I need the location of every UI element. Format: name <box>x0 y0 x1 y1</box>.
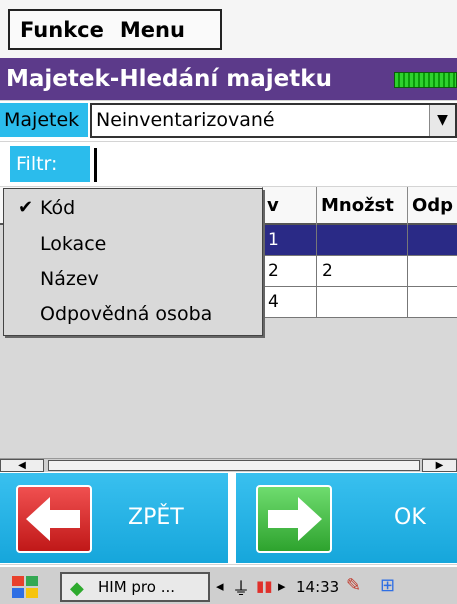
menu-bar: Funkce Menu <box>0 0 457 58</box>
menu-item-label: Lokace <box>40 233 107 255</box>
menu-item-lokace[interactable]: Lokace <box>4 227 262 261</box>
taskbar-app-button[interactable]: ◆ HIM pro ... <box>60 572 210 602</box>
majetek-select[interactable]: Neinventarizované ▼ <box>90 103 457 138</box>
cell-v: 1 <box>263 225 317 256</box>
menu-item-odpovedna-osoba[interactable]: Odpovědná osoba <box>4 297 262 331</box>
horizontal-scrollbar[interactable]: ◀ ▶ <box>0 458 457 472</box>
scrollbar-thumb[interactable] <box>48 460 420 471</box>
scroll-right-icon[interactable]: ▶ <box>422 459 457 472</box>
start-windows-icon[interactable] <box>6 573 52 601</box>
cell-mnozstvi <box>317 225 408 256</box>
tray-left-arrow-icon[interactable]: ◂ <box>216 577 224 595</box>
page-title: Majetek-Hledání majetku <box>6 66 332 92</box>
cell-odp <box>408 256 457 287</box>
clock[interactable]: 14:33 <box>296 578 339 596</box>
back-button-label: ZPĚT <box>128 505 184 530</box>
menu-menu[interactable]: Menu <box>120 18 185 42</box>
signal-icon: ▮▮ <box>256 577 273 595</box>
menu-item-nazev[interactable]: Název <box>4 262 262 296</box>
app-icon: ◆ <box>70 578 84 599</box>
action-buttons: ZPĚT OK <box>0 472 457 564</box>
cell-odp <box>408 225 457 256</box>
cell-mnozstvi: 2 <box>317 256 408 287</box>
title-bar: Majetek-Hledání majetku <box>0 58 457 100</box>
cell-mnozstvi <box>317 287 408 318</box>
taskbar: ◆ HIM pro ... ◂ ⏚ ▮▮ ▸ 14:33 ✎ ⊞ <box>0 565 457 604</box>
majetek-select-value: Neinventarizované <box>96 109 275 131</box>
filter-label-button[interactable]: Filtr: <box>10 146 90 182</box>
menu-funkce[interactable]: Funkce <box>20 18 104 42</box>
cell-odp <box>408 287 457 318</box>
cell-v: 2 <box>263 256 317 287</box>
checkmark-icon: ✔ <box>18 197 34 218</box>
menu-item-label: Kód <box>40 197 76 219</box>
grid-header-col-odp[interactable]: Odp <box>408 187 457 225</box>
filter-row: Filtr: <box>0 142 457 186</box>
power-plug-icon: ⏚ <box>232 579 250 600</box>
menu-button-group: Funkce Menu <box>8 9 222 50</box>
menu-item-kod[interactable]: ✔ Kód <box>4 191 262 225</box>
pen-input-icon[interactable]: ✎ <box>346 575 361 596</box>
battery-icon <box>394 72 457 88</box>
menu-item-label: Odpovědná osoba <box>40 303 213 325</box>
menu-item-label: Název <box>40 268 99 290</box>
majetek-row: Majetek Neinventarizované ▼ <box>0 101 457 141</box>
taskbar-app-label: HIM pro ... <box>98 578 176 596</box>
dropdown-arrow-icon[interactable]: ▼ <box>429 105 455 136</box>
tray-right-arrow-icon[interactable]: ▸ <box>278 577 286 595</box>
system-tray: ◂ ⏚ ▮▮ ▸ 14:33 ✎ ⊞ <box>214 575 457 601</box>
back-button[interactable]: ZPĚT <box>0 473 228 563</box>
majetek-label: Majetek <box>0 103 88 137</box>
filter-field-menu: ✔ Kód Lokace Název Odpovědná osoba <box>3 188 263 336</box>
back-arrow-icon <box>16 485 92 553</box>
grid-header-col-v[interactable]: v <box>263 187 317 225</box>
forward-arrow-icon <box>256 485 332 553</box>
keyboard-icon[interactable]: ⊞ <box>380 575 395 596</box>
filter-input[interactable] <box>94 148 457 182</box>
cell-v: 4 <box>263 287 317 318</box>
scroll-left-icon[interactable]: ◀ <box>0 459 44 472</box>
ok-button[interactable]: OK <box>236 473 457 563</box>
grid-header-col-mnozstvi[interactable]: Množst <box>317 187 408 225</box>
ok-button-label: OK <box>394 505 426 530</box>
